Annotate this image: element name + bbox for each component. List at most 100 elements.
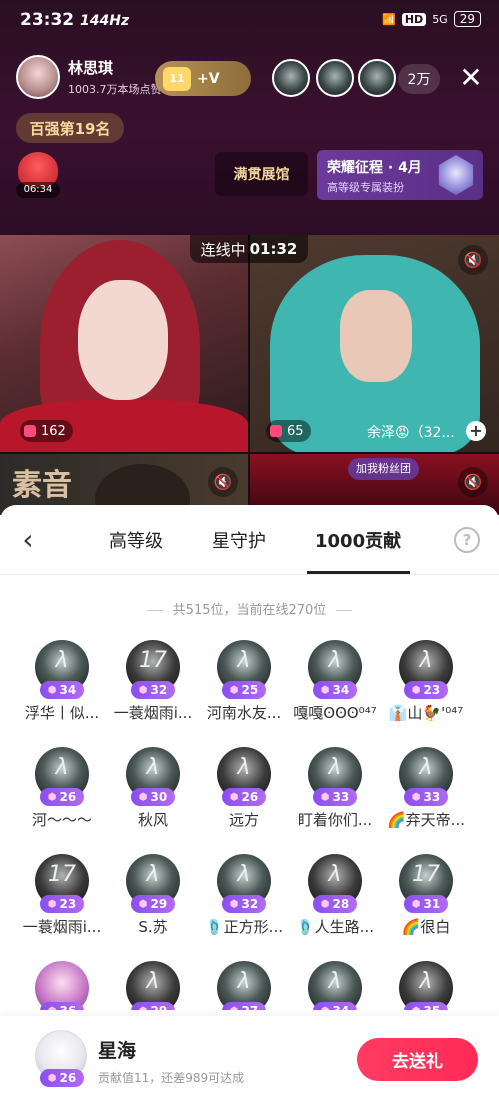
send-gift-button[interactable]: 去送礼 [357, 1038, 478, 1081]
link-timer: 连线中 01:32 [190, 235, 308, 263]
avatar-glyph: λ [237, 755, 251, 780]
mute-icon[interactable]: 🔇 [208, 467, 238, 497]
member-name: 秋风 [137, 811, 168, 829]
member-level-badge: 31 [404, 895, 448, 913]
member-item[interactable]: λ 34 [289, 961, 381, 1010]
fan-level-heart-icon: 11 [163, 66, 191, 91]
member-name: 🌈弃天帝... [387, 811, 465, 829]
viewer-avatar[interactable] [358, 59, 396, 97]
member-name: 远方 [228, 811, 259, 829]
member-level-badge: 35 [404, 1002, 448, 1010]
avatar-glyph: λ [55, 755, 69, 780]
member-item[interactable]: λ 28 🩴人生路... [289, 854, 381, 960]
status-bar: 23:32 144Hz 📶 HD 5G 29 [0, 0, 499, 44]
glory-subtitle: 高等级专属装扮 [327, 181, 404, 194]
follow-plus-button[interactable]: + [466, 421, 486, 441]
avatar-glyph: λ [237, 648, 251, 673]
avatar-glyph: λ [146, 862, 160, 887]
member-item[interactable]: 17 32 一蓑烟雨i... [107, 640, 199, 746]
member-item[interactable]: λ 33 盯着你们... [289, 747, 381, 853]
avatar-glyph: 17 [48, 862, 76, 887]
status-time: 23:32 [20, 10, 75, 30]
network-label: 5G [432, 12, 448, 26]
plus-v-label: +V [197, 70, 220, 87]
member-level-badge: 34 [40, 681, 84, 699]
fan-club-button[interactable]: 11 +V [155, 61, 251, 96]
chevron-left-icon[interactable]: ‹ [12, 523, 44, 557]
question-icon[interactable]: ? [454, 527, 480, 553]
viewer-count[interactable]: 2万 [398, 64, 440, 94]
member-item[interactable]: λ 23 👔山🐓'⁰⁴⁷ [380, 640, 472, 746]
member-item[interactable]: λ 27 [198, 961, 290, 1010]
member-item[interactable]: 17 23 一蓑烟雨i... [16, 854, 108, 960]
member-item[interactable]: λ 29 [107, 961, 199, 1010]
avatar-glyph: λ [237, 969, 251, 994]
member-name: 浮华丨似... [24, 704, 100, 722]
stream-left[interactable]: 162 [0, 235, 248, 452]
avatar-glyph: λ [419, 648, 433, 673]
member-level-badge: 29 [131, 1002, 175, 1010]
tab-high-level[interactable]: 高等级 [109, 527, 163, 553]
avatar-glyph: λ [419, 755, 433, 780]
red-packet-icon[interactable]: 06:34 [16, 152, 60, 198]
member-item[interactable]: λ 34 嘎嘎ʘʘʘ⁰⁴⁷ [289, 640, 381, 746]
member-level-badge: 34 [313, 1002, 357, 1010]
member-item[interactable]: λ 33 🌈弃天帝... [380, 747, 472, 853]
host-profile[interactable]: 林思琪 1003.7万本场点赞 [16, 55, 162, 99]
tab-contribution[interactable]: 1000贡献 [315, 527, 401, 553]
close-icon[interactable]: ✕ [456, 62, 486, 94]
glory-banner[interactable]: 荣耀征程 · 4月 高等级专属装扮 [317, 150, 483, 200]
my-progress-text: 贡献值11，还差989可达成 [98, 1071, 245, 1085]
member-item[interactable]: 36 [16, 961, 108, 1010]
stream-overlay-text: 素音 [12, 468, 72, 503]
glory-title: 荣耀征程 · 4月 [327, 160, 422, 176]
member-name: 河南水友... [206, 704, 282, 722]
member-name: 一蓑烟雨i... [113, 704, 193, 722]
member-level-badge: 28 [313, 895, 357, 913]
member-item[interactable]: λ 29 S.苏 [107, 854, 199, 960]
gem-icon [438, 155, 474, 195]
host-name: 林思琪 [68, 59, 114, 77]
member-level-badge: 25 [222, 681, 266, 699]
member-item[interactable]: λ 26 远方 [198, 747, 290, 853]
member-level-badge: 26 [40, 788, 84, 806]
viewer-avatar[interactable] [272, 59, 310, 97]
member-level-badge: 34 [313, 681, 357, 699]
tab-bar: ‹ 高等级 星守护 1000贡献 ? [0, 505, 499, 575]
mute-icon[interactable]: 🔇 [458, 245, 488, 275]
rank-badge[interactable]: 百强第19名 [16, 113, 124, 143]
battery-icon: 29 [453, 11, 481, 27]
my-name: 星海 [98, 1040, 137, 1062]
avatar-glyph: 17 [412, 862, 440, 887]
avatar-glyph: λ [328, 969, 342, 994]
member-level-badge: 27 [222, 1002, 266, 1010]
member-item[interactable]: λ 35 [380, 961, 472, 1010]
avatar-glyph: λ [328, 755, 342, 780]
member-name: 一蓑烟雨i... [22, 918, 102, 936]
fanclub-tag[interactable]: 加我粉丝团 [348, 458, 419, 480]
host-avatar[interactable] [16, 55, 60, 99]
member-item[interactable]: λ 25 河南水友... [198, 640, 290, 746]
member-name: 嘎嘎ʘʘʘ⁰⁴⁷ [293, 704, 377, 722]
member-name: 盯着你们... [297, 811, 373, 829]
score-value: 65 [287, 423, 304, 439]
member-item[interactable]: λ 26 河～～～ [16, 747, 108, 853]
member-level-badge: 33 [313, 788, 357, 806]
member-item[interactable]: λ 32 🩴正方形... [198, 854, 290, 960]
member-level-badge: 23 [40, 895, 84, 913]
status-icons: 📶 HD 5G 29 [382, 11, 481, 27]
member-name: 河～～～ [31, 811, 92, 829]
hall-button[interactable]: 满贯展馆 [215, 152, 308, 196]
viewer-avatar[interactable] [316, 59, 354, 97]
tab-star-guard[interactable]: 星守护 [212, 527, 266, 553]
avatar-glyph: 17 [139, 648, 167, 673]
member-item[interactable]: λ 30 秋风 [107, 747, 199, 853]
link-time: 01:32 [249, 240, 298, 258]
member-item[interactable]: λ 34 浮华丨似... [16, 640, 108, 746]
mute-icon[interactable]: 🔇 [458, 467, 488, 497]
member-item[interactable]: 17 31 🌈很白 [380, 854, 472, 960]
video-grid: 162 65 素音 加我粉丝团 连线中 01:32 🔇 🔇 🔇 余泽😡（32..… [0, 235, 499, 515]
avatar-glyph: λ [237, 862, 251, 887]
avatar-glyph: λ [55, 648, 69, 673]
avatar-glyph: λ [328, 648, 342, 673]
